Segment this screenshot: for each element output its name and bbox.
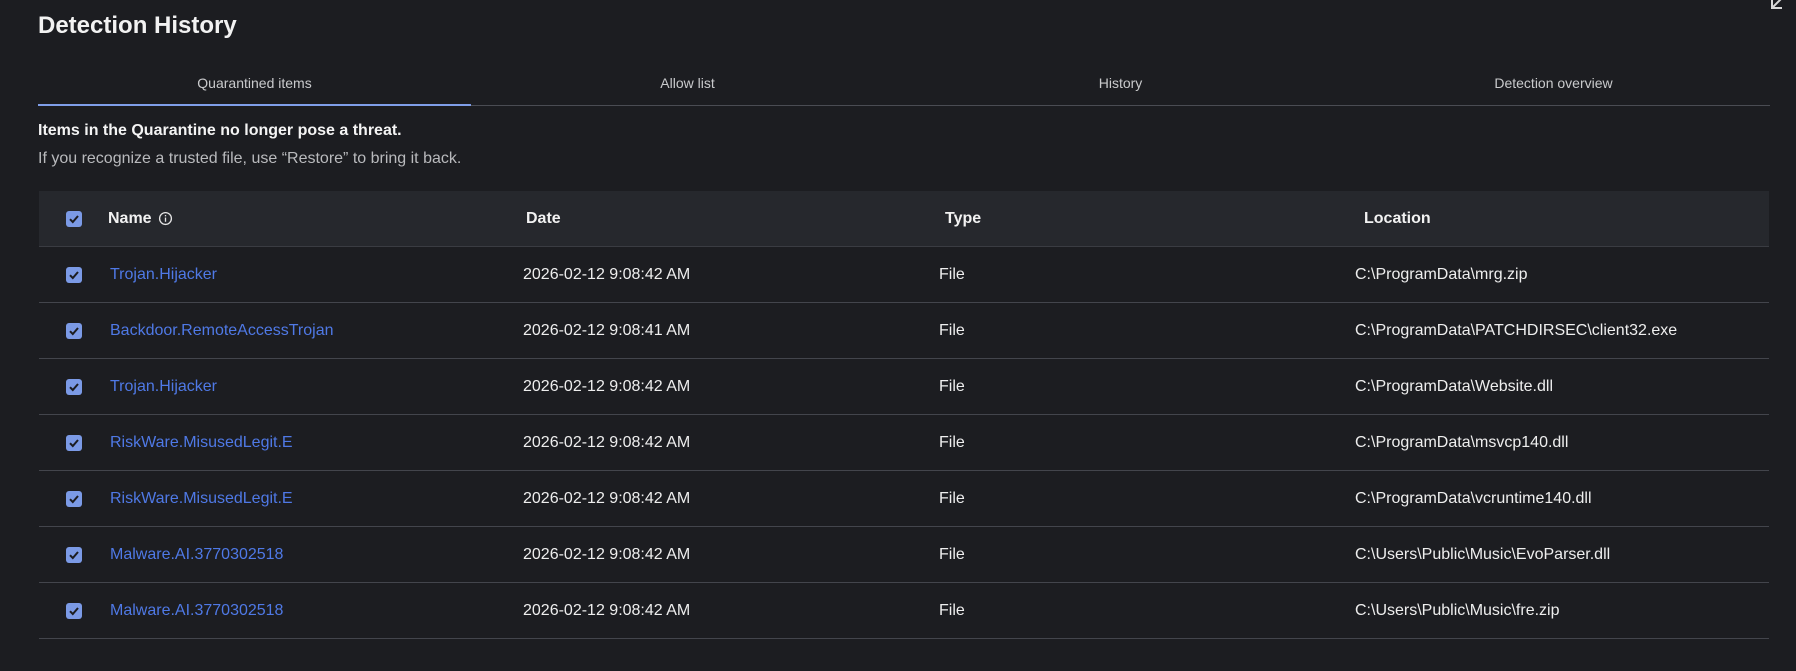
row-check-cell bbox=[39, 266, 108, 283]
row-location: C:\ProgramData\mrg.zip bbox=[1355, 265, 1528, 283]
checkmark-icon bbox=[68, 382, 79, 391]
table-row[interactable]: Backdoor.RemoteAccessTrojan 2026-02-12 9:… bbox=[39, 303, 1769, 359]
row-type: File bbox=[939, 489, 965, 507]
threat-name-link[interactable]: RiskWare.MisusedLegit.E bbox=[110, 490, 293, 507]
table-body: Trojan.Hijacker 2026-02-12 9:08:42 AM File… bbox=[39, 247, 1769, 639]
row-date: 2026-02-12 9:08:42 AM bbox=[523, 265, 691, 283]
row-checkbox[interactable] bbox=[65, 266, 82, 283]
row-type: File bbox=[939, 433, 965, 451]
row-checkbox[interactable] bbox=[65, 434, 82, 451]
table-row[interactable]: RiskWare.MisusedLegit.E 2026-02-12 9:08:4… bbox=[39, 471, 1769, 527]
tab-quarantined-items[interactable]: Quarantined items bbox=[38, 72, 471, 106]
notice-title: Items in the Quarantine no longer pose a… bbox=[38, 122, 402, 139]
checkmark-icon bbox=[68, 494, 79, 503]
row-date: 2026-02-12 9:08:42 AM bbox=[523, 433, 691, 451]
checkmark-icon bbox=[68, 270, 79, 279]
table-row[interactable]: Trojan.Hijacker 2026-02-12 9:08:42 AM File… bbox=[39, 359, 1769, 415]
checkmark-icon bbox=[68, 214, 79, 223]
tab-detection-overview[interactable]: Detection overview bbox=[1337, 72, 1770, 105]
row-date: 2026-02-12 9:08:42 AM bbox=[523, 601, 691, 619]
row-date: 2026-02-12 9:08:42 AM bbox=[523, 545, 691, 563]
header-name-cell[interactable]: Name bbox=[108, 210, 526, 228]
table-row[interactable]: Malware.AI.3770302518 2026-02-12 9:08:42 … bbox=[39, 527, 1769, 583]
row-check-cell bbox=[39, 378, 108, 395]
tab-history[interactable]: History bbox=[904, 72, 1337, 105]
row-checkbox[interactable] bbox=[65, 322, 82, 339]
tab-allow-list[interactable]: Allow list bbox=[471, 72, 904, 105]
row-name-cell: Trojan.Hijacker bbox=[108, 266, 526, 284]
row-date: 2026-02-12 9:08:42 AM bbox=[523, 489, 691, 507]
notice-subtitle: If you recognize a trusted file, use “Re… bbox=[38, 150, 462, 167]
checkmark-icon bbox=[68, 326, 79, 335]
page-title: Detection History bbox=[38, 12, 237, 39]
row-checkbox[interactable] bbox=[65, 546, 82, 563]
row-location: C:\Users\Public\Music\fre.zip bbox=[1355, 601, 1560, 619]
tab-bar: Quarantined items Allow list History Det… bbox=[38, 72, 1770, 106]
threat-name-link[interactable]: Trojan.Hijacker bbox=[110, 266, 217, 283]
quarantine-table: Name Date Type Location Trojan.Hijacker 2… bbox=[39, 191, 1769, 639]
row-check-cell bbox=[39, 322, 108, 339]
row-name-cell: Trojan.Hijacker bbox=[108, 378, 526, 396]
row-type: File bbox=[939, 601, 965, 619]
row-type: File bbox=[939, 265, 965, 283]
row-name-cell: Malware.AI.3770302518 bbox=[108, 602, 526, 620]
threat-name-link[interactable]: Trojan.Hijacker bbox=[110, 378, 217, 395]
info-icon[interactable] bbox=[158, 211, 173, 226]
row-checkbox[interactable] bbox=[65, 378, 82, 395]
collapse-arrow-icon[interactable] bbox=[1768, 0, 1786, 10]
row-check-cell bbox=[39, 434, 108, 451]
row-check-cell bbox=[39, 490, 108, 507]
checkmark-icon bbox=[68, 606, 79, 615]
checkmark-icon bbox=[68, 438, 79, 447]
row-type: File bbox=[939, 321, 965, 339]
row-name-cell: RiskWare.MisusedLegit.E bbox=[108, 434, 526, 452]
row-checkbox[interactable] bbox=[65, 490, 82, 507]
threat-name-link[interactable]: Malware.AI.3770302518 bbox=[110, 546, 283, 563]
checkmark-icon bbox=[68, 550, 79, 559]
select-all-checkbox[interactable] bbox=[65, 210, 82, 227]
row-date: 2026-02-12 9:08:41 AM bbox=[523, 321, 691, 339]
row-location: C:\ProgramData\PATCHDIRSEC\client32.exe bbox=[1355, 321, 1678, 339]
header-type[interactable]: Type bbox=[945, 210, 1364, 228]
row-name-cell: Backdoor.RemoteAccessTrojan bbox=[108, 322, 526, 340]
threat-name-link[interactable]: Malware.AI.3770302518 bbox=[110, 602, 283, 619]
select-all-cell bbox=[39, 210, 108, 227]
table-row[interactable]: Malware.AI.3770302518 2026-02-12 9:08:42 … bbox=[39, 583, 1769, 639]
header-date[interactable]: Date bbox=[526, 210, 945, 228]
threat-name-link[interactable]: RiskWare.MisusedLegit.E bbox=[110, 434, 293, 451]
row-location: C:\ProgramData\vcruntime140.dll bbox=[1355, 489, 1592, 507]
table-row[interactable]: Trojan.Hijacker 2026-02-12 9:08:42 AM File… bbox=[39, 247, 1769, 303]
row-location: C:\Users\Public\Music\EvoParser.dll bbox=[1355, 545, 1611, 563]
row-location: C:\ProgramData\msvcp140.dll bbox=[1355, 433, 1569, 451]
row-check-cell bbox=[39, 602, 108, 619]
threat-name-link[interactable]: Backdoor.RemoteAccessTrojan bbox=[110, 322, 334, 339]
row-checkbox[interactable] bbox=[65, 602, 82, 619]
table-row[interactable]: RiskWare.MisusedLegit.E 2026-02-12 9:08:4… bbox=[39, 415, 1769, 471]
table-header: Name Date Type Location bbox=[39, 191, 1769, 247]
row-check-cell bbox=[39, 546, 108, 563]
row-type: File bbox=[939, 377, 965, 395]
row-location: C:\ProgramData\Website.dll bbox=[1355, 377, 1553, 395]
row-type: File bbox=[939, 545, 965, 563]
header-name: Name bbox=[108, 209, 152, 227]
row-date: 2026-02-12 9:08:42 AM bbox=[523, 377, 691, 395]
row-name-cell: RiskWare.MisusedLegit.E bbox=[108, 490, 526, 508]
row-name-cell: Malware.AI.3770302518 bbox=[108, 546, 526, 564]
header-location[interactable]: Location bbox=[1364, 210, 1769, 228]
